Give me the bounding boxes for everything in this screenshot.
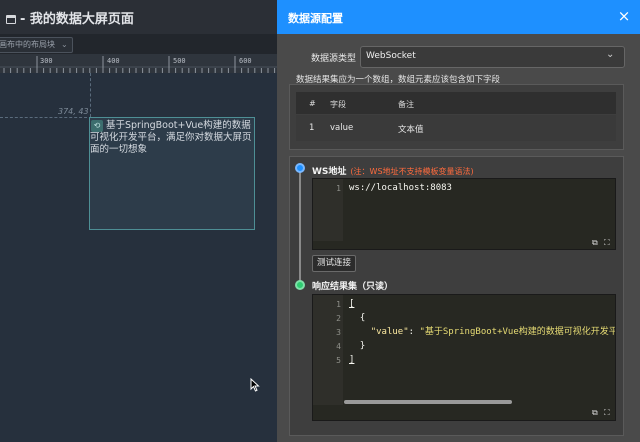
chevron-down-icon: ⌄ (61, 40, 68, 49)
line-number: 5 (336, 356, 341, 365)
response-code: [ { "value": "基于SpringBoot+Vue构建的数据可视化开发… (349, 297, 615, 387)
ruler-label: 500 (173, 57, 186, 65)
ws-url-value[interactable]: ws://localhost:8083 (349, 183, 452, 193)
copy-icon[interactable]: ⧉ (592, 408, 598, 418)
line-number: 3 (336, 328, 341, 337)
ws-address-warning: (注：WS地址不支持模板变量语法) (350, 167, 474, 176)
horizontal-scrollbar[interactable] (344, 400, 512, 404)
mouse-cursor-icon (250, 378, 260, 392)
guide-line-horizontal (0, 117, 92, 118)
test-connection-button[interactable]: 测试连接 (312, 255, 357, 272)
datasource-type-value: WebSocket (366, 51, 416, 61)
line-number: 2 (336, 314, 341, 323)
widget-text-content: 基于SpringBoot+Vue构建的数据可视化开发平台，满足你对数据大屏页面的… (90, 120, 252, 155)
ruler-ticks: 300 400 500 600 (0, 56, 277, 73)
column-header-field: 字段 (330, 100, 346, 109)
datasource-type-label: 数据源类型 (311, 54, 357, 64)
line-number: 4 (336, 342, 341, 351)
guide-line-vertical (90, 73, 91, 117)
layout-select-value: 画布中的布局块 (0, 40, 55, 49)
ruler-label: 400 (107, 57, 120, 65)
code-token: ] (349, 355, 355, 365)
layout-select[interactable]: 画布中的布局块 ⌄ (0, 37, 73, 53)
line-number: 1 (336, 184, 341, 193)
response-label: 响应结果集（只读） (312, 282, 394, 292)
cell-remark: 文本值 (398, 125, 424, 135)
ruler-label: 300 (40, 57, 53, 65)
position-readout: 374, 43 (58, 107, 89, 116)
page-title-text: - 我的数据大屏页面 (20, 12, 134, 27)
code-token: { (359, 313, 366, 323)
drawer-title: 数据源配置 (288, 12, 343, 25)
copy-icon[interactable]: ⧉ (592, 238, 598, 248)
code-token: : (408, 327, 420, 337)
step-dot-ws (295, 163, 305, 173)
chevron-down-icon: ⌄ (606, 49, 615, 60)
page-title: - 我的数据大屏页面 (6, 8, 134, 27)
ws-address-label: WS地址 (注：WS地址不支持模板变量语法) (312, 164, 474, 177)
column-header-index: # (309, 99, 316, 108)
fullscreen-icon[interactable]: ⛶ (604, 238, 610, 248)
code-token: } (359, 341, 366, 351)
ruler-label: 600 (239, 57, 252, 65)
fullscreen-icon[interactable]: ⛶ (604, 408, 610, 418)
line-number: 1 (336, 300, 341, 309)
code-key: "value" (370, 327, 409, 337)
ws-address-label-text: WS地址 (312, 167, 347, 177)
cell-index: 1 (309, 123, 315, 133)
column-header-remark: 备注 (398, 100, 414, 109)
widget-text: 基于SpringBoot+Vue构建的数据可视化开发平台，满足你对数据大屏页面的… (90, 120, 252, 156)
cell-field: value (330, 123, 354, 133)
step-timeline (299, 168, 301, 286)
code-token: [ (349, 299, 355, 309)
step-dot-response (295, 280, 305, 290)
screen-icon (6, 15, 16, 24)
close-icon[interactable]: × (616, 8, 632, 24)
code-string: "基于SpringBoot+Vue构建的数据可视化开发平 (419, 327, 615, 337)
